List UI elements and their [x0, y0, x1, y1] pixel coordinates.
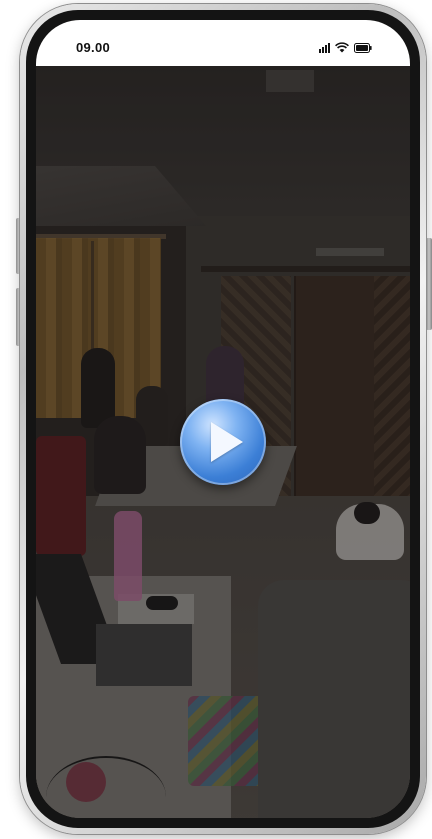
battery-icon: [354, 43, 372, 53]
phone-bezel: 09.00: [26, 10, 420, 828]
phone-frame: 09.00: [20, 4, 426, 834]
phone-screen: 09.00: [36, 20, 410, 818]
signal-icon: [319, 43, 330, 53]
wifi-icon: [335, 42, 349, 53]
play-icon: [211, 422, 243, 462]
status-time: 09.00: [76, 40, 111, 55]
video-player[interactable]: [36, 66, 410, 818]
status-icons: [319, 41, 372, 53]
status-bar: 09.00: [36, 20, 410, 66]
power-button[interactable]: [426, 238, 432, 330]
page: 09.00: [0, 0, 432, 839]
play-button[interactable]: [180, 399, 266, 485]
